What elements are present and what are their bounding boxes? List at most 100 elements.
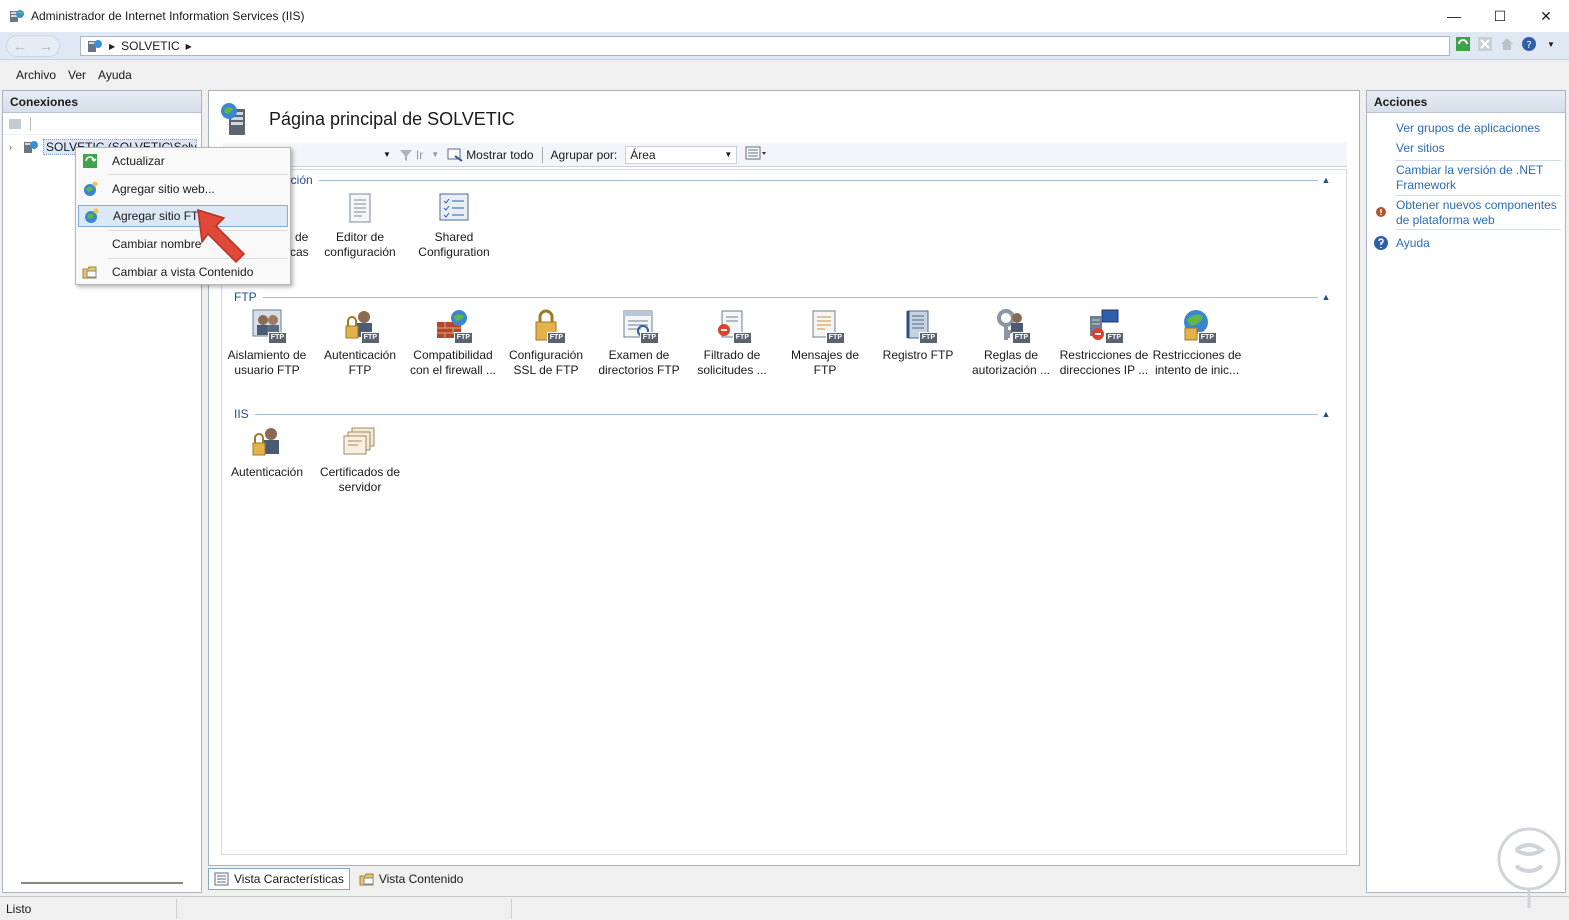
- feature-ftp-ip-restrict[interactable]: FTP Restricciones de direcciones IP ...: [1058, 308, 1150, 378]
- feature-ftp-dir-browse[interactable]: FTP Examen de directorios FTP: [593, 308, 685, 378]
- menu-item-agregar-sitio-ftp[interactable]: Agregar sitio FTP...: [78, 205, 288, 227]
- feature-ftp-ssl[interactable]: FTP Configuración SSL de FTP: [500, 308, 592, 378]
- status-divider: [511, 898, 512, 919]
- group-line: [318, 179, 1318, 181]
- back-button[interactable]: ←: [13, 38, 27, 54]
- feature-label: Registro FTP: [882, 348, 954, 362]
- ftp-logging-icon: FTP: [900, 308, 938, 344]
- stop-icon[interactable]: [1477, 36, 1493, 52]
- collapse-chevron-icon[interactable]: ▲: [1318, 292, 1334, 302]
- group-by-select[interactable]: Área ▼: [625, 145, 738, 164]
- tab-label: Vista Contenido: [378, 872, 464, 886]
- action-obtener-componentes[interactable]: Obtener nuevos componentes de plataforma…: [1396, 198, 1561, 228]
- action-cambiar-version-net[interactable]: Cambiar la versión de .NET Framework: [1396, 163, 1561, 193]
- minimize-button[interactable]: —: [1431, 0, 1477, 32]
- window-title: Administrador de Internet Information Se…: [31, 9, 305, 23]
- feature-ftp-authz-rules[interactable]: FTP Reglas de autorización ...: [965, 308, 1057, 378]
- feature-label: Aislamiento de usuario FTP: [227, 348, 307, 377]
- group-header-iis[interactable]: IIS ▲: [234, 406, 1334, 422]
- feature-ftp-request-filter[interactable]: FTP Filtrado de solicitudes ...: [686, 308, 778, 378]
- menu-ver[interactable]: Ver: [68, 68, 86, 82]
- feature-ftp-logging[interactable]: FTP Registro FTP: [872, 308, 964, 363]
- feature-label: Restricciones de direcciones IP ...: [1059, 348, 1149, 377]
- feature-label: Autenticación: [230, 465, 304, 479]
- page-title: Página principal de SOLVETIC: [269, 108, 515, 129]
- add-ftp-site-icon: [85, 208, 99, 223]
- feature-ftp-autenticacion[interactable]: FTP Autenticación FTP: [314, 308, 406, 378]
- expand-chevron-icon[interactable]: ›: [9, 142, 19, 152]
- feature-autenticacion[interactable]: Autenticación: [221, 425, 313, 480]
- go-button[interactable]: Ir: [399, 148, 423, 162]
- actions-divider: [1396, 229, 1561, 230]
- feature-ftp-firewall[interactable]: FTP Compatibilidad con el firewall ...: [407, 308, 499, 378]
- toolbar-divider: [30, 116, 31, 131]
- server-home-icon: [221, 103, 245, 135]
- feature-ftp-messages[interactable]: FTP Mensajes de FTP: [779, 308, 871, 378]
- view-mode-icon[interactable]: [745, 146, 767, 163]
- feature-ftp-logon-attempt[interactable]: FTP Restricciones de intento de inic...: [1151, 308, 1243, 378]
- address-bar: ← → ▶ SOLVETIC ▶ ? ▼: [0, 32, 1569, 60]
- show-all-icon: [447, 148, 463, 162]
- horizontal-scrollbar[interactable]: [21, 882, 183, 884]
- menu-archivo[interactable]: Archivo: [16, 68, 56, 82]
- breadcrumb-arrow-icon[interactable]: ▶: [186, 42, 192, 51]
- menu-item-actualizar[interactable]: Actualizar: [78, 150, 288, 172]
- tab-vista-contenido[interactable]: Vista Contenido: [354, 868, 469, 890]
- feature-label: Certificados de servidor: [319, 465, 401, 494]
- filter-divider: [541, 146, 543, 163]
- menu-ayuda[interactable]: Ayuda: [98, 68, 132, 82]
- go-dropdown-icon[interactable]: ▼: [431, 150, 439, 159]
- feature-shared-configuration[interactable]: Shared Configuration: [408, 190, 500, 260]
- menu-item-agregar-sitio-web[interactable]: Agregar sitio web...: [78, 178, 288, 200]
- show-all-button[interactable]: Mostrar todo: [447, 148, 534, 162]
- feature-label: Restricciones de intento de inic...: [1152, 348, 1242, 377]
- tab-label: Vista Características: [234, 872, 344, 886]
- action-ver-grupos-aplicaciones[interactable]: Ver grupos de aplicaciones: [1396, 121, 1561, 136]
- maximize-button[interactable]: ☐: [1477, 0, 1523, 32]
- content-view-icon: [359, 873, 374, 886]
- group-header-administracion[interactable]: Administración ▲: [234, 172, 1334, 188]
- refresh-icon[interactable]: [1455, 36, 1471, 52]
- status-bar: Listo: [0, 896, 1569, 920]
- ftp-dir-browse-icon: FTP: [621, 308, 659, 344]
- feature-editor-configuracion[interactable]: Editor de configuración: [314, 190, 406, 260]
- home-icon[interactable]: [1499, 36, 1515, 52]
- iis-app-icon: [10, 10, 24, 22]
- actions-panel: Acciones Ver grupos de aplicaciones Ver …: [1366, 90, 1566, 893]
- ftp-badge: FTP: [1011, 332, 1031, 344]
- main-panel: Página principal de SOLVETIC ▼ Ir ▼ Most…: [208, 90, 1360, 866]
- menu-item-cambiar-vista-contenido[interactable]: Cambiar a vista Contenido: [78, 261, 288, 283]
- collapse-chevron-icon[interactable]: ▲: [1318, 409, 1334, 419]
- filter-dropdown-icon[interactable]: ▼: [383, 150, 391, 159]
- ftp-badge: FTP: [639, 332, 659, 344]
- group-name: FTP: [234, 290, 257, 304]
- collapse-chevron-icon[interactable]: ▲: [1318, 175, 1334, 185]
- group-header-ftp[interactable]: FTP ▲: [234, 289, 1334, 305]
- refresh-icon: [83, 154, 97, 168]
- forward-button[interactable]: →: [39, 38, 53, 54]
- feature-ftp-user-isolation[interactable]: FTP Aislamiento de usuario FTP: [221, 308, 313, 378]
- ftp-badge: FTP: [546, 332, 566, 344]
- ftp-badge: FTP: [267, 332, 287, 344]
- breadcrumb-server[interactable]: SOLVETIC: [121, 39, 179, 53]
- tab-vista-caracteristicas[interactable]: Vista Características: [208, 868, 350, 890]
- help-dropdown-icon[interactable]: ▼: [1543, 36, 1559, 52]
- group-line: [254, 413, 1318, 415]
- address-field[interactable]: ▶ SOLVETIC ▶: [80, 36, 1450, 56]
- watermark-logo-icon: [1497, 827, 1561, 908]
- ftp-messages-icon: FTP: [807, 308, 845, 344]
- ftp-firewall-icon: FTP: [435, 308, 473, 344]
- help-icon[interactable]: ?: [1521, 36, 1537, 52]
- feature-label: Mensajes de FTP: [790, 348, 860, 377]
- action-ayuda[interactable]: Ayuda: [1396, 236, 1561, 251]
- breadcrumb-arrow-icon[interactable]: ▶: [109, 42, 115, 51]
- menu-item-cambiar-nombre[interactable]: Cambiar nombre: [78, 233, 288, 255]
- group-by-value: Área: [630, 147, 656, 162]
- action-ver-sitios[interactable]: Ver sitios: [1396, 141, 1561, 156]
- actions-divider: [1396, 195, 1561, 196]
- ftp-badge: FTP: [1104, 332, 1124, 344]
- feature-certificados-servidor[interactable]: Certificados de servidor: [314, 425, 406, 495]
- connect-icon[interactable]: [8, 117, 24, 131]
- close-button[interactable]: ✕: [1523, 0, 1569, 32]
- server-certs-icon: [342, 425, 378, 461]
